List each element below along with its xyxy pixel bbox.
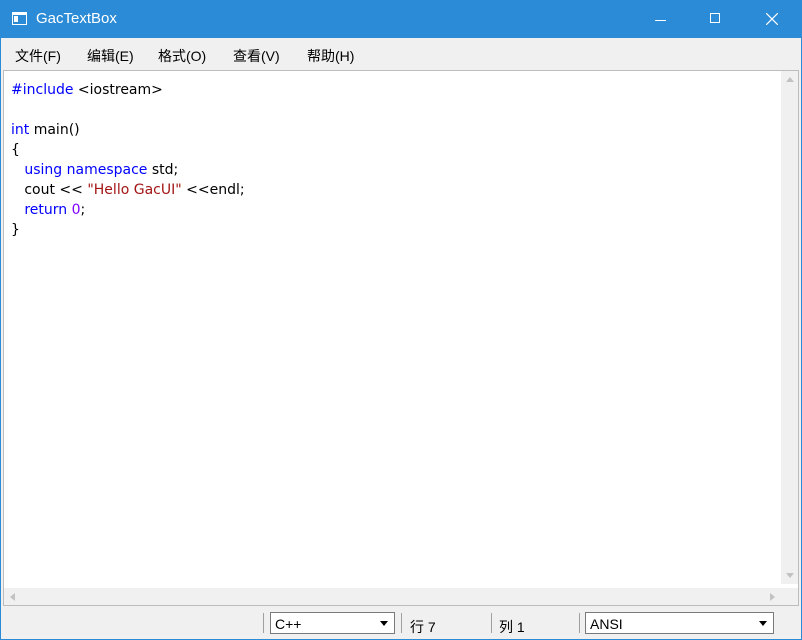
column-indicator: 列 1 bbox=[499, 619, 525, 635]
code-token: <<endl; bbox=[181, 182, 245, 198]
code-token: { bbox=[11, 142, 20, 158]
code-token: #include bbox=[11, 82, 74, 98]
code-token: } bbox=[11, 222, 20, 238]
scrollbar-corner bbox=[781, 588, 798, 605]
vertical-scrollbar[interactable] bbox=[781, 71, 798, 584]
row-indicator: 行 7 bbox=[410, 619, 436, 635]
app-icon bbox=[12, 12, 27, 25]
encoding-value: ANSI bbox=[590, 616, 623, 632]
status-separator bbox=[263, 613, 264, 633]
menu-view[interactable]: 查看(V) bbox=[233, 46, 280, 66]
code-token: using bbox=[24, 162, 63, 178]
status-separator bbox=[579, 613, 580, 633]
code-text[interactable]: #include <iostream> int main() { using na… bbox=[11, 80, 245, 240]
code-line[interactable] bbox=[11, 100, 245, 120]
minimize-button[interactable] bbox=[638, 1, 684, 38]
code-token: namespace bbox=[66, 162, 148, 178]
maximize-button[interactable] bbox=[684, 1, 730, 38]
code-token: cout << bbox=[11, 182, 88, 198]
menu-help[interactable]: 帮助(H) bbox=[307, 46, 354, 66]
window-title: GacTextBox bbox=[36, 10, 117, 27]
horizontal-scrollbar[interactable] bbox=[4, 588, 781, 605]
scroll-down-icon[interactable] bbox=[786, 573, 794, 578]
close-button[interactable] bbox=[743, 1, 789, 38]
scroll-left-icon[interactable] bbox=[10, 593, 15, 601]
chevron-down-icon bbox=[380, 621, 388, 626]
code-line[interactable]: } bbox=[11, 220, 245, 240]
code-token: 0 bbox=[71, 202, 81, 218]
code-token: int bbox=[11, 122, 30, 138]
language-value: C++ bbox=[275, 616, 302, 632]
code-token: "Hello GacUI" bbox=[87, 182, 182, 198]
code-token: main() bbox=[29, 122, 80, 138]
status-bar: C++ 行 7 列 1 ANSI bbox=[1, 607, 801, 639]
code-line[interactable]: return 0; bbox=[11, 200, 245, 220]
code-token: return bbox=[24, 202, 68, 218]
code-token: <iostream> bbox=[73, 82, 163, 98]
encoding-select[interactable]: ANSI bbox=[585, 612, 774, 634]
menu-format[interactable]: 格式(O) bbox=[158, 46, 206, 66]
close-icon bbox=[766, 13, 778, 25]
code-line[interactable]: cout << "Hello GacUI" <<endl; bbox=[11, 180, 245, 200]
menu-edit[interactable]: 编辑(E) bbox=[87, 46, 134, 66]
menu-file[interactable]: 文件(F) bbox=[15, 46, 61, 66]
code-token: std; bbox=[147, 162, 179, 178]
status-separator bbox=[401, 613, 402, 633]
code-token: ; bbox=[80, 202, 86, 218]
code-line[interactable]: { bbox=[11, 140, 245, 160]
menu-bar: 文件(F) 编辑(E) 格式(O) 查看(V) 帮助(H) bbox=[1, 38, 801, 68]
app-window: GacTextBox 文件(F) 编辑(E) 格式(O) 查看(V) 帮助(H)… bbox=[0, 0, 802, 640]
scroll-right-icon[interactable] bbox=[770, 593, 775, 601]
chevron-down-icon bbox=[759, 621, 767, 626]
scroll-up-icon[interactable] bbox=[786, 77, 794, 82]
language-select[interactable]: C++ bbox=[270, 612, 395, 634]
code-line[interactable]: #include <iostream> bbox=[11, 80, 245, 100]
code-editor[interactable]: #include <iostream> int main() { using na… bbox=[3, 70, 799, 606]
title-bar[interactable]: GacTextBox bbox=[1, 1, 801, 38]
code-line[interactable]: int main() bbox=[11, 120, 245, 140]
code-line[interactable]: using namespace std; bbox=[11, 160, 245, 180]
status-separator bbox=[491, 613, 492, 633]
